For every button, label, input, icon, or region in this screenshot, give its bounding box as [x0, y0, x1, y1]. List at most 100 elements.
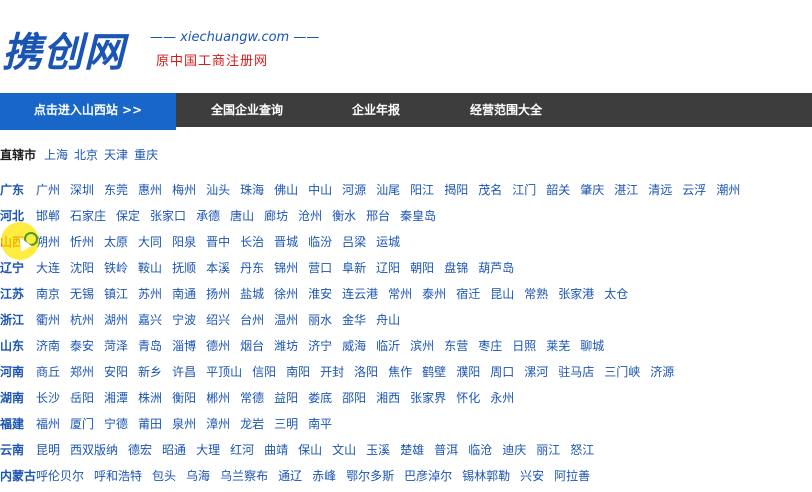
city-link[interactable]: 大理 — [196, 443, 220, 457]
city-link[interactable]: 温州 — [274, 313, 298, 327]
city-link[interactable]: 东莞 — [104, 183, 128, 197]
province-label[interactable]: 福建 — [0, 414, 36, 434]
city-link[interactable]: 丹东 — [240, 261, 264, 275]
site-logo[interactable]: 携创网 — [2, 20, 125, 78]
city-link[interactable]: 秦皇岛 — [400, 209, 436, 223]
city-link[interactable]: 文山 — [332, 443, 356, 457]
province-label[interactable]: 广东 — [0, 180, 36, 200]
city-link[interactable]: 丽水 — [308, 313, 332, 327]
province-label[interactable]: 辽宁 — [0, 258, 36, 278]
city-link[interactable]: 阳江 — [410, 183, 434, 197]
city-link[interactable]: 韶关 — [546, 183, 570, 197]
city-link[interactable]: 乌海 — [186, 469, 210, 483]
city-link[interactable]: 阿拉善 — [554, 469, 590, 483]
city-link[interactable]: 济南 — [36, 339, 60, 353]
city-link[interactable]: 唐山 — [230, 209, 254, 223]
city-link[interactable]: 泰州 — [422, 287, 446, 301]
city-link[interactable]: 江门 — [512, 183, 536, 197]
city-link[interactable]: 迪庆 — [502, 443, 526, 457]
city-link[interactable]: 三门峡 — [604, 365, 640, 379]
city-link[interactable]: 南京 — [36, 287, 60, 301]
city-link[interactable]: 威海 — [342, 339, 366, 353]
city-link[interactable]: 呼伦贝尔 — [36, 469, 84, 483]
city-link[interactable]: 常德 — [240, 391, 264, 405]
city-link[interactable]: 天津 — [104, 148, 128, 162]
city-link[interactable]: 鹤壁 — [422, 365, 446, 379]
city-link[interactable]: 铁岭 — [104, 261, 128, 275]
city-link[interactable]: 青岛 — [138, 339, 162, 353]
province-label[interactable]: 内蒙古 — [0, 466, 36, 486]
nav-item-shanxi-station[interactable]: 点击进入山西站 >> — [0, 93, 176, 130]
city-link[interactable]: 益阳 — [274, 391, 298, 405]
city-link[interactable]: 龙岩 — [240, 417, 264, 431]
city-link[interactable]: 湛江 — [614, 183, 638, 197]
city-link[interactable]: 娄底 — [308, 391, 332, 405]
city-link[interactable]: 衢州 — [36, 313, 60, 327]
city-link[interactable]: 昆山 — [490, 287, 514, 301]
city-link[interactable]: 周口 — [490, 365, 514, 379]
city-link[interactable]: 包头 — [152, 469, 176, 483]
city-link[interactable]: 宿迁 — [456, 287, 480, 301]
city-link[interactable]: 潮州 — [716, 183, 740, 197]
city-link[interactable]: 湖州 — [104, 313, 128, 327]
city-link[interactable]: 驻马店 — [558, 365, 594, 379]
city-link[interactable]: 洛阳 — [354, 365, 378, 379]
city-link[interactable]: 常州 — [388, 287, 412, 301]
city-link[interactable]: 辽阳 — [376, 261, 400, 275]
nav-item-annual-report[interactable]: 企业年报 — [340, 93, 412, 127]
city-link[interactable]: 新乡 — [138, 365, 162, 379]
city-link[interactable]: 衡阳 — [172, 391, 196, 405]
city-link[interactable]: 镇江 — [104, 287, 128, 301]
city-link[interactable]: 开封 — [320, 365, 344, 379]
city-link[interactable]: 邢台 — [366, 209, 390, 223]
province-label[interactable]: 江苏 — [0, 284, 36, 304]
city-link[interactable]: 昭通 — [162, 443, 186, 457]
city-link[interactable]: 广州 — [36, 183, 60, 197]
city-link[interactable]: 杭州 — [70, 313, 94, 327]
city-link[interactable]: 阳泉 — [172, 235, 196, 249]
province-label[interactable]: 山东 — [0, 336, 36, 356]
city-link[interactable]: 永州 — [490, 391, 514, 405]
city-link[interactable]: 滨州 — [410, 339, 434, 353]
city-link[interactable]: 盐城 — [240, 287, 264, 301]
city-link[interactable]: 赤峰 — [312, 469, 336, 483]
city-link[interactable]: 西双版纳 — [70, 443, 118, 457]
province-label[interactable]: 湖南 — [0, 388, 36, 408]
nav-item-business-scope[interactable]: 经营范围大全 — [458, 93, 554, 127]
city-link[interactable]: 承德 — [196, 209, 220, 223]
city-link[interactable]: 重庆 — [134, 148, 158, 162]
city-link[interactable]: 沧州 — [298, 209, 322, 223]
province-label[interactable]: 河北 — [0, 206, 36, 226]
province-label[interactable]: 浙江 — [0, 310, 36, 330]
city-link[interactable]: 临沂 — [376, 339, 400, 353]
city-link[interactable]: 鞍山 — [138, 261, 162, 275]
city-link[interactable]: 营口 — [308, 261, 332, 275]
city-link[interactable]: 保山 — [298, 443, 322, 457]
city-link[interactable]: 张家口 — [150, 209, 186, 223]
city-link[interactable]: 楚雄 — [400, 443, 424, 457]
city-link[interactable]: 扬州 — [206, 287, 230, 301]
city-link[interactable]: 郴州 — [206, 391, 230, 405]
city-link[interactable]: 淮安 — [308, 287, 332, 301]
city-link[interactable]: 张家港 — [558, 287, 594, 301]
city-link[interactable]: 长治 — [240, 235, 264, 249]
city-link[interactable]: 玉溪 — [366, 443, 390, 457]
city-link[interactable]: 嘉兴 — [138, 313, 162, 327]
city-link[interactable]: 汕尾 — [376, 183, 400, 197]
city-link[interactable]: 安阳 — [104, 365, 128, 379]
city-link[interactable]: 无锡 — [70, 287, 94, 301]
city-link[interactable]: 枣庄 — [478, 339, 502, 353]
city-link[interactable]: 郑州 — [70, 365, 94, 379]
city-link[interactable]: 云浮 — [682, 183, 706, 197]
city-link[interactable]: 舟山 — [376, 313, 400, 327]
city-link[interactable]: 福州 — [36, 417, 60, 431]
city-link[interactable]: 阜新 — [342, 261, 366, 275]
province-label[interactable]: 云南 — [0, 440, 36, 460]
city-link[interactable]: 深圳 — [70, 183, 94, 197]
city-link[interactable]: 漳州 — [206, 417, 230, 431]
city-link[interactable]: 吕梁 — [342, 235, 366, 249]
city-link[interactable]: 抚顺 — [172, 261, 196, 275]
city-link[interactable]: 莱芜 — [546, 339, 570, 353]
city-link[interactable]: 乌兰察布 — [220, 469, 268, 483]
city-link[interactable]: 漯河 — [524, 365, 548, 379]
